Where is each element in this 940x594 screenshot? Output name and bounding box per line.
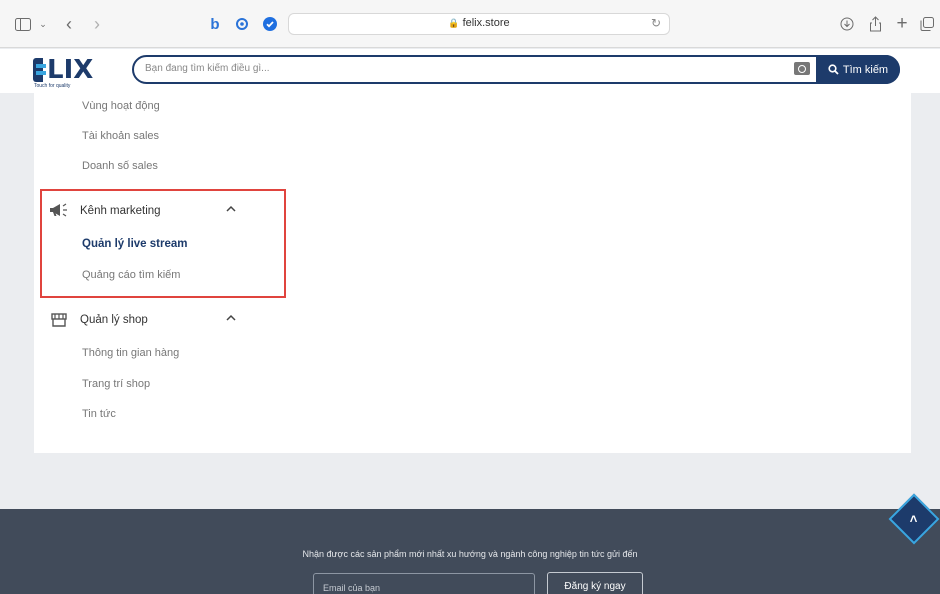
menu-group-shop[interactable]: Quản lý shop	[80, 314, 148, 326]
menu-item-news[interactable]: Tin tức	[82, 408, 116, 420]
search-input[interactable]: Bạn đang tìm kiếm điều gì...	[145, 63, 270, 74]
search-icon	[828, 64, 839, 75]
menu-item-shop-info[interactable]: Thông tin gian hàng	[82, 347, 179, 359]
store-icon	[51, 313, 67, 330]
lock-icon: 🔒	[448, 18, 460, 28]
checkmark-icon[interactable]	[262, 14, 278, 34]
download-icon[interactable]	[838, 14, 856, 34]
megaphone-icon	[49, 203, 69, 220]
menu-group-marketing[interactable]: Kênh marketing	[80, 205, 161, 217]
reload-icon[interactable]: ↻	[651, 16, 661, 30]
search-bar: Bạn đang tìm kiếm điều gì... Tìm kiếm	[132, 55, 900, 84]
search-button[interactable]: Tìm kiếm	[816, 55, 900, 84]
share-icon[interactable]	[866, 14, 884, 34]
chevron-up-icon[interactable]	[226, 312, 236, 324]
chevron-up-icon[interactable]	[226, 203, 236, 215]
chevron-down-icon[interactable]: ⌄	[38, 14, 48, 34]
newsletter-message: Nhận được các sản phẩm mới nhất xu hướng…	[302, 549, 638, 559]
menu-item-search-ads[interactable]: Quảng cáo tìm kiếm	[82, 269, 180, 281]
bing-icon[interactable]: b	[207, 14, 223, 34]
felix-logo[interactable]: LIX Touch for quality	[33, 54, 103, 89]
extension-icon[interactable]	[234, 14, 250, 34]
forward-icon[interactable]: ›	[90, 14, 104, 34]
logo-tagline: Touch for quality	[34, 83, 71, 89]
site-header: LIX Touch for quality Bạn đang tìm kiếm …	[0, 49, 940, 93]
newsletter-footer: Nhận được các sản phẩm mới nhất xu hướng…	[0, 509, 940, 594]
back-icon[interactable]: ‹	[62, 14, 76, 34]
menu-item-livestream[interactable]: Quản lý live stream	[82, 238, 187, 250]
sidebar-toggle-icon[interactable]	[14, 14, 32, 34]
url-text: felix.store	[462, 17, 510, 29]
subscribe-button[interactable]: Đăng ký ngay	[547, 572, 643, 594]
logo-text: LIX	[47, 55, 94, 85]
tabs-overview-icon[interactable]	[918, 14, 936, 34]
camera-icon[interactable]	[794, 62, 810, 75]
menu-item-sales-account[interactable]: Tài khoản sales	[82, 130, 159, 142]
email-placeholder: Email của bạn	[323, 583, 381, 593]
search-button-label: Tìm kiếm	[842, 63, 889, 76]
menu-item-sales-revenue[interactable]: Doanh số sales	[82, 160, 158, 172]
address-bar[interactable]: 🔒 felix.store ↻	[288, 13, 670, 35]
new-tab-icon[interactable]: +	[893, 13, 911, 34]
menu-item-region[interactable]: Vùng hoạt động	[82, 100, 160, 112]
email-field[interactable]: Email của bạn	[313, 573, 535, 594]
browser-toolbar: ⌄ ‹ › b 🔒 felix.store ↻ +	[0, 0, 940, 48]
menu-item-shop-decor[interactable]: Trang trí shop	[82, 378, 150, 390]
chevron-up-icon: ˄	[910, 511, 918, 527]
logo-mark	[33, 58, 46, 82]
